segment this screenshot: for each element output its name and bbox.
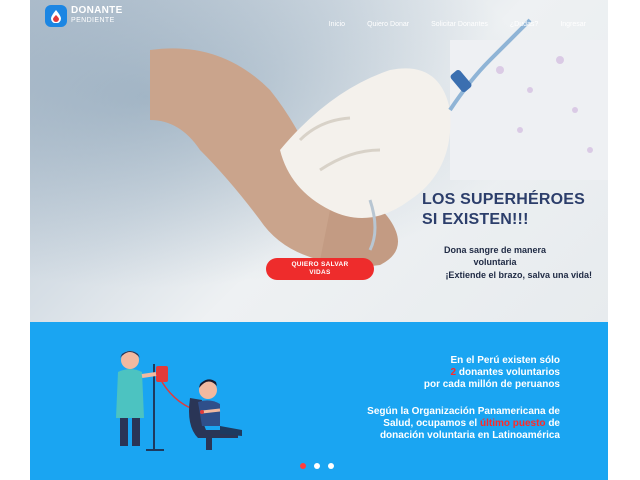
hero-title-line1: LOS SUPERHÉROES bbox=[422, 191, 586, 208]
stat-line2: 2 donantes voluntarios bbox=[280, 367, 560, 379]
logo-line1: DONANTE bbox=[71, 5, 123, 16]
hero-title-line2: SI EXISTEN!!! bbox=[422, 211, 529, 228]
carousel-dot[interactable] bbox=[300, 463, 306, 469]
ops-line2: Salud, ocupamos el último puesto de bbox=[260, 418, 560, 430]
hero-banner: DONANTE PENDIENTE Inicio Quiero Donar So… bbox=[30, 0, 608, 322]
info-section: En el Perú existen sólo 2 donantes volun… bbox=[30, 322, 608, 480]
donor-stat: En el Perú existen sólo 2 donantes volun… bbox=[280, 355, 560, 391]
hero-tagline: ¡Extiende el brazo, salva una vida! bbox=[445, 270, 592, 280]
nav-inicio[interactable]: Inicio bbox=[329, 21, 345, 28]
hero-subtitle-line2: voluntaria bbox=[473, 257, 517, 267]
main-nav: Inicio Quiero Donar Solicitar Donantes ¿… bbox=[307, 21, 586, 28]
hero-title: LOS SUPERHÉROES SI EXISTEN!!! bbox=[422, 190, 602, 230]
ops-highlight: último puesto bbox=[479, 418, 546, 429]
hero-subtitle-line1: Dona sangre de manera bbox=[443, 245, 547, 255]
logo[interactable]: DONANTE PENDIENTE bbox=[45, 5, 123, 27]
page: DONANTE PENDIENTE Inicio Quiero Donar So… bbox=[30, 0, 608, 480]
cta-line2: VIDAS bbox=[309, 269, 331, 276]
ops-line1: Según la Organización Panamericana de bbox=[367, 406, 560, 417]
hero-subtitle: Dona sangre de manera voluntaria bbox=[400, 244, 590, 268]
stat-line1: En el Perú existen sólo bbox=[450, 355, 560, 366]
ops-line2-a: Salud, ocupamos el bbox=[383, 418, 480, 429]
nav-ingresar[interactable]: Ingresar bbox=[560, 21, 586, 28]
save-lives-button[interactable]: QUIERO SALVAR VIDAS bbox=[266, 258, 374, 280]
blood-donation-illustration bbox=[116, 351, 242, 451]
ops-line3: donación voluntaria en Latinoamérica bbox=[379, 430, 560, 441]
blood-drop-icon bbox=[45, 5, 67, 27]
logo-text: DONANTE PENDIENTE bbox=[71, 6, 123, 26]
nav-quiero-donar[interactable]: Quiero Donar bbox=[367, 21, 409, 28]
carousel-dots bbox=[300, 463, 342, 469]
stat-line2-rest: donantes voluntarios bbox=[456, 367, 560, 378]
carousel-dot[interactable] bbox=[328, 463, 334, 469]
ops-ranking: Según la Organización Panamericana de Sa… bbox=[260, 406, 560, 442]
nav-solicitar-donantes[interactable]: Solicitar Donantes bbox=[431, 21, 488, 28]
ops-line2-b: de bbox=[545, 418, 560, 429]
cta-line1: QUIERO SALVAR bbox=[291, 261, 349, 268]
stat-line3: por cada millón de peruanos bbox=[423, 379, 560, 390]
nav-dudas[interactable]: ¿Dudas? bbox=[510, 21, 538, 28]
carousel-dot[interactable] bbox=[314, 463, 320, 469]
logo-line2: PENDIENTE bbox=[71, 17, 115, 24]
